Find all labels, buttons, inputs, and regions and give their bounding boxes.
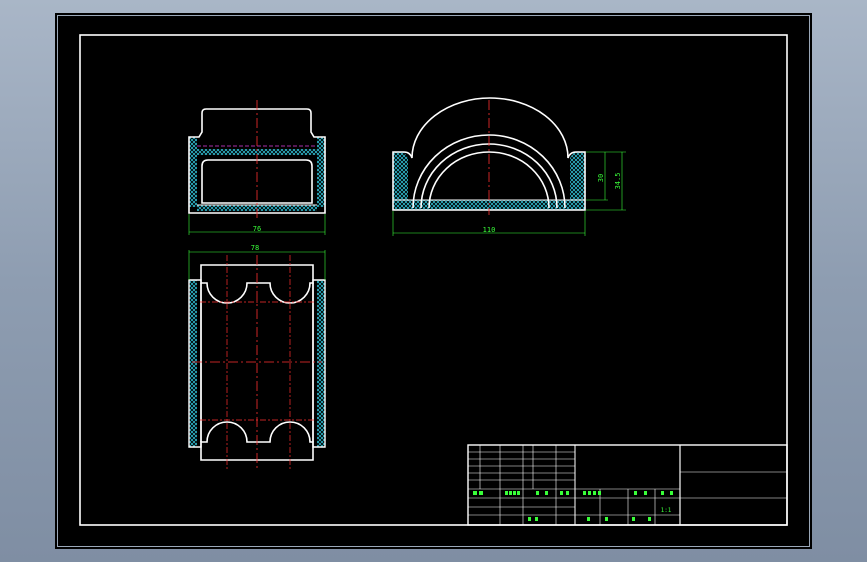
top-view: 78: [188, 244, 326, 470]
dimension-78-label: 78: [251, 244, 259, 252]
front-view: 110 30 34.5: [392, 97, 626, 236]
title-block: 1:1: [467, 444, 788, 526]
title-block-scale: 1:1: [661, 507, 672, 514]
top-view-hatch-right: [317, 280, 325, 447]
dimension-34-5-label: 34.5: [614, 173, 622, 190]
drawing-frame: [79, 34, 788, 526]
dimension-30-label: 30: [597, 174, 605, 182]
dimension-76-label: 76: [253, 225, 261, 233]
dimension-110-label: 110: [483, 226, 496, 234]
side-view-hatch-right: [317, 137, 325, 207]
top-view-hatch-left: [189, 280, 197, 447]
side-view: 76: [188, 100, 326, 235]
cad-drawing: 76 78 110 30 34.5 1:1: [79, 34, 788, 526]
side-view-hatch-left: [189, 137, 197, 207]
